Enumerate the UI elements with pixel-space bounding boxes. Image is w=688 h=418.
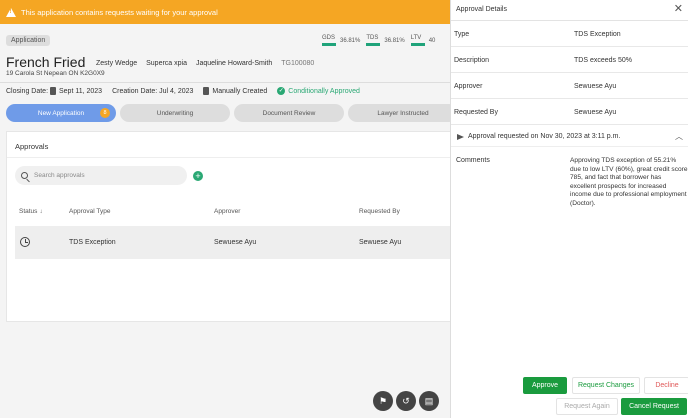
- property-address: 19 Carola St Nepean ON K2G0X9: [6, 70, 105, 77]
- tab-label: New Application: [37, 109, 85, 117]
- column-requested-by: Requested By: [359, 208, 400, 215]
- decline-button[interactable]: Decline: [644, 377, 688, 394]
- tab-lawyer-instructed[interactable]: Lawyer Instructed: [348, 104, 458, 122]
- metric-value: 40: [428, 38, 436, 44]
- column-approval-type: Approval Type: [69, 208, 111, 215]
- search-icon: [21, 172, 28, 179]
- panel-title: Approval Details: [456, 6, 507, 13]
- request-again-button[interactable]: Request Again: [556, 398, 618, 415]
- metric-gds: GDS 36.81%: [322, 35, 360, 46]
- column-label: Status: [19, 208, 38, 215]
- approvals-title: Approvals: [15, 142, 49, 151]
- detail-value: Sewuese Ayu: [574, 83, 617, 90]
- approval-banner: This application contains requests waiti…: [0, 0, 450, 24]
- stage-tabs: New Application 8 Underwriting Document …: [6, 104, 458, 122]
- cancel-request-button[interactable]: Cancel Request: [621, 398, 687, 415]
- tab-label: Lawyer Instructed: [377, 109, 429, 117]
- history-icon[interactable]: ↺: [396, 391, 416, 411]
- co-borrowers: Zesty Wedge Superca xpia Jaqueline Howar…: [96, 60, 314, 67]
- detail-value: TDS Exception: [574, 31, 621, 38]
- metric-tds: TDS 36.81%: [366, 35, 405, 46]
- request-line-text: Approval requested on Nov 30, 2023 at 3:…: [468, 133, 621, 140]
- detail-value: TDS exceeds 50%: [574, 57, 632, 64]
- application-info-row: Closing Date: Sept 11, 2023 Creation Dat…: [6, 87, 360, 95]
- client-name: French Fried: [6, 54, 86, 70]
- approvals-card: Approvals Search approvals + Status ↓ App…: [6, 131, 451, 322]
- created-type-label: Manually Created: [212, 87, 268, 95]
- metric-bar: [366, 43, 381, 46]
- metric-label: GDS: [322, 35, 336, 41]
- metric-label: TDS: [366, 35, 379, 41]
- approve-button[interactable]: Approve: [523, 377, 567, 394]
- metric-label: LTV: [410, 35, 422, 41]
- search-approvals[interactable]: Search approvals: [15, 166, 187, 185]
- warning-icon: [6, 7, 16, 17]
- metric-value: 36.81%: [384, 38, 405, 44]
- closing-date-label: Closing Date:: [6, 87, 49, 95]
- cell-requested-by: Sewuese Ayu: [359, 239, 402, 246]
- closing-date-value: Sept 11, 2023: [58, 87, 103, 95]
- tab-underwriting[interactable]: Underwriting: [120, 104, 230, 122]
- co-borrower[interactable]: Jaqueline Howard-Smith: [196, 60, 272, 67]
- closing-date: Closing Date: Sept 11, 2023: [6, 87, 102, 95]
- column-approver: Approver: [214, 208, 241, 215]
- document-icon: [203, 87, 210, 95]
- sort-down-icon: ↓: [39, 209, 43, 215]
- table-row[interactable]: TDS Exception Sewuese Ayu Sewuese Ayu: [15, 226, 451, 259]
- detail-label: Type: [454, 31, 470, 38]
- panel-header: Approval Details ✕: [451, 0, 688, 21]
- send-icon: [457, 133, 464, 140]
- co-borrower[interactable]: Superca xpia: [146, 60, 187, 67]
- close-icon[interactable]: ✕: [674, 4, 683, 15]
- ratio-metrics: GDS 36.81% TDS 36.81% LTV 40: [322, 35, 435, 46]
- add-approval-button[interactable]: +: [193, 171, 203, 181]
- detail-row-type: Type TDS Exception: [451, 22, 688, 47]
- document-icon[interactable]: ▤: [419, 391, 439, 411]
- tab-new-application[interactable]: New Application 8: [6, 104, 116, 122]
- application-status: ✓ Conditionally Approved: [277, 87, 360, 95]
- cell-approval-type: TDS Exception: [69, 239, 116, 246]
- detail-label: Approver: [454, 83, 483, 90]
- application-chip: Application: [6, 35, 51, 46]
- check-circle-icon: ✓: [277, 87, 286, 95]
- created-type: Manually Created: [203, 87, 267, 95]
- tab-badge: 8: [100, 108, 110, 118]
- pending-clock-icon: [20, 237, 30, 247]
- divider: [7, 157, 451, 158]
- request-history-toggle[interactable]: Approval requested on Nov 30, 2023 at 3:…: [457, 133, 620, 140]
- detail-label: Requested By: [454, 109, 498, 116]
- creation-date: Creation Date: Jul 4, 2023: [112, 87, 194, 95]
- chevron-up-icon[interactable]: ︿: [675, 131, 683, 142]
- request-changes-button[interactable]: Request Changes: [572, 377, 640, 394]
- metric-bar: [410, 43, 425, 46]
- column-status[interactable]: Status ↓: [19, 208, 42, 215]
- metric-bar: [322, 43, 336, 46]
- divider: [0, 82, 450, 83]
- metric-ltv: LTV 40: [410, 35, 436, 46]
- detail-value: Sewuese Ayu: [574, 109, 617, 116]
- divider: [451, 146, 688, 147]
- status-label: Conditionally Approved: [288, 87, 360, 95]
- cell-approver: Sewuese Ayu: [214, 239, 257, 246]
- reference-id: TG100080: [281, 60, 315, 67]
- detail-row-approver: Approver Sewuese Ayu: [451, 74, 688, 99]
- search-placeholder: Search approvals: [34, 172, 85, 179]
- comments-label: Comments: [456, 157, 490, 164]
- comments-text: Approving TDS exception of 55.21% due to…: [570, 157, 688, 207]
- detail-row-description: Description TDS exceeds 50%: [451, 48, 688, 73]
- flag-icon[interactable]: ⚑: [373, 391, 393, 411]
- metric-value: 36.81%: [340, 38, 361, 44]
- co-borrower[interactable]: Zesty Wedge: [96, 60, 137, 67]
- detail-label: Description: [454, 57, 490, 64]
- calendar-icon: [49, 87, 56, 95]
- tab-document-review[interactable]: Document Review: [234, 104, 344, 122]
- detail-row-requested-by: Requested By Sewuese Ayu: [451, 100, 688, 125]
- tab-label: Document Review: [262, 109, 316, 117]
- approval-details-panel: Approval Details ✕ Type TDS Exception De…: [450, 0, 688, 418]
- tab-label: Underwriting: [156, 109, 194, 117]
- banner-text: This application contains requests waiti…: [21, 7, 218, 17]
